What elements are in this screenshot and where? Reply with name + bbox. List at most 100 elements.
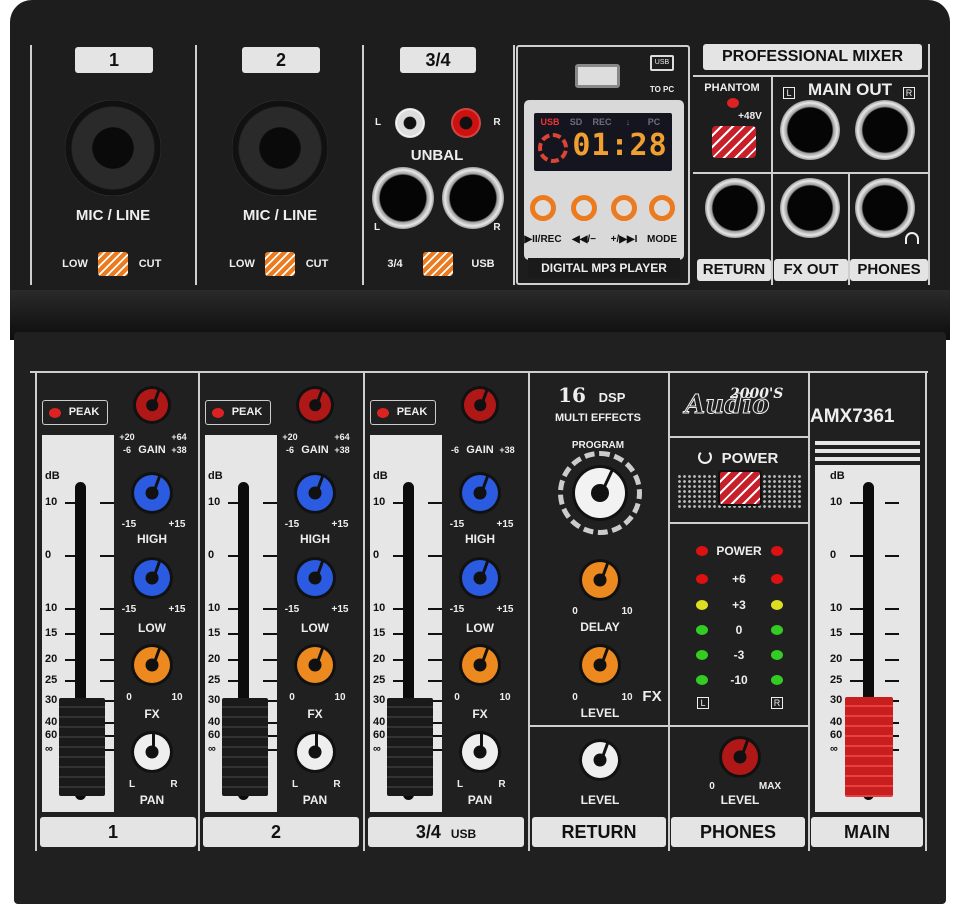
gain-max: +64 — [334, 432, 349, 442]
source-switch[interactable] — [423, 252, 453, 276]
rca-jack-right[interactable] — [451, 108, 481, 138]
eq-min: -15 — [285, 519, 299, 530]
mp3-button[interactable] — [530, 195, 556, 221]
db-mark: 25 — [830, 674, 842, 686]
model-name: AMX7361 — [810, 406, 895, 428]
fx-section-label: FX — [642, 688, 661, 705]
return-level-knob[interactable] — [582, 742, 618, 778]
phones-jack[interactable] — [855, 178, 915, 238]
low-eq-knob[interactable] — [462, 560, 498, 596]
phones-level-knob[interactable] — [722, 739, 758, 775]
meter-label: +3 — [732, 598, 746, 612]
program-knob[interactable] — [575, 468, 625, 518]
meter-label: POWER — [716, 544, 761, 558]
jack-label: MIC / LINE — [243, 207, 317, 224]
peak-led — [49, 408, 61, 418]
fx-out-jack[interactable] — [780, 178, 840, 238]
low-eq-knob[interactable] — [134, 560, 170, 596]
peak-label: PEAK — [232, 406, 263, 418]
pan-label: PAN — [140, 793, 164, 807]
scale-tick — [885, 502, 899, 504]
main-fader[interactable] — [845, 697, 893, 797]
usb-port[interactable] — [575, 64, 620, 88]
return-jack[interactable] — [705, 178, 765, 238]
channel-fader[interactable] — [387, 698, 433, 796]
scale-tick — [263, 555, 277, 557]
phantom-switch[interactable] — [712, 126, 756, 158]
jack-label-phones: PHONES — [850, 259, 928, 281]
xlr-combo-jack[interactable] — [232, 100, 328, 196]
low-cut-switch[interactable] — [98, 252, 128, 276]
mp3-button-label: ▶II/REC — [524, 234, 561, 245]
meter-led-right — [771, 650, 783, 660]
scale-tick — [850, 555, 864, 557]
scale-tick — [885, 555, 899, 557]
rca-jack-left[interactable] — [395, 108, 425, 138]
low-cut-switch[interactable] — [265, 252, 295, 276]
lcd-time: 01:28 — [572, 128, 667, 163]
high-eq-knob[interactable] — [297, 475, 333, 511]
main-out-left-jack[interactable] — [780, 100, 840, 160]
db-mark: 40 — [373, 716, 385, 728]
divider — [198, 371, 200, 851]
low-eq-knob[interactable] — [297, 560, 333, 596]
main-out-r-badge: R — [903, 87, 915, 99]
fx-send-knob[interactable] — [134, 647, 170, 683]
main-out-l-badge: L — [783, 87, 795, 99]
db-mark: 10 — [373, 602, 385, 614]
lcd-mode-indicator: PC — [648, 117, 661, 127]
mp3-button[interactable] — [611, 195, 637, 221]
fx-send-knob[interactable] — [297, 647, 333, 683]
high-eq-knob[interactable] — [134, 475, 170, 511]
switch-label-cut: CUT — [306, 258, 329, 270]
pan-knob[interactable] — [297, 734, 333, 770]
db-mark: 40 — [830, 716, 842, 728]
db-mark: 20 — [373, 653, 385, 665]
gain-knob[interactable] — [464, 389, 496, 421]
unbal-label: UNBAL — [411, 147, 464, 164]
delay-max: 10 — [621, 606, 632, 617]
power-button[interactable] — [718, 470, 762, 506]
power-label: POWER — [722, 450, 779, 467]
mp3-button[interactable] — [571, 195, 597, 221]
mp3-button-label: ◀◀/− — [572, 234, 596, 245]
pan-knob[interactable] — [462, 734, 498, 770]
gain-knob[interactable] — [136, 389, 168, 421]
gain-pad-label: -6 — [286, 445, 294, 455]
eq-min: -15 — [122, 519, 136, 530]
divider — [693, 75, 928, 77]
fx-level-knob[interactable] — [582, 647, 618, 683]
fx-send-knob[interactable] — [462, 647, 498, 683]
delay-knob[interactable] — [582, 562, 618, 598]
switch-label-34: 3/4 — [387, 258, 402, 270]
channel-fader[interactable] — [59, 698, 105, 796]
xlr-combo-jack[interactable] — [65, 100, 161, 196]
db-mark: 15 — [45, 627, 57, 639]
main-out-right-jack[interactable] — [855, 100, 915, 160]
divider — [30, 45, 32, 285]
high-eq-knob[interactable] — [462, 475, 498, 511]
professional-mixer-title: PROFESSIONAL MIXER — [703, 44, 922, 70]
eq-min: -15 — [450, 519, 464, 530]
divider — [668, 436, 808, 438]
gain-pad-label: -6 — [123, 445, 131, 455]
jack-input-left[interactable] — [372, 167, 434, 229]
jack-input-right[interactable] — [442, 167, 504, 229]
level-max: 10 — [621, 692, 632, 703]
db-mark: ∞ — [45, 743, 53, 755]
scale-tick — [428, 608, 442, 610]
pan-knob[interactable] — [134, 734, 170, 770]
scale-tick — [885, 680, 899, 682]
eq-min: -15 — [450, 604, 464, 615]
fx-min: 0 — [454, 692, 460, 703]
channel-fader[interactable] — [222, 698, 268, 796]
channel-name-label: 3/4USB — [368, 817, 524, 847]
knob-pointer — [600, 743, 609, 761]
knob-pointer — [315, 389, 323, 405]
high-label: HIGH — [300, 532, 330, 546]
channel-name: 1 — [108, 822, 118, 842]
mp3-button[interactable] — [649, 195, 675, 221]
scale-tick — [428, 555, 442, 557]
gain-knob[interactable] — [299, 389, 331, 421]
knob-pointer — [740, 740, 749, 758]
